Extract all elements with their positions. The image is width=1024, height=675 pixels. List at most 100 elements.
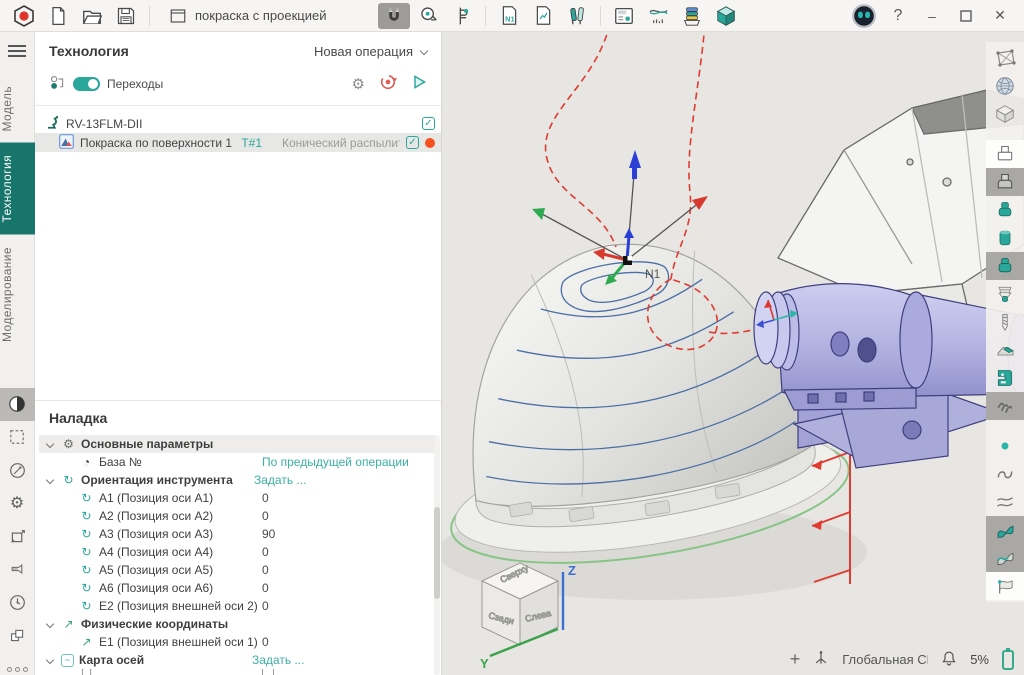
surface-gradient-icon[interactable] [986,544,1024,572]
save-document-button[interactable] [110,3,142,29]
viewport-3d[interactable]: N1 Сверху Сзади Слева Z Y [442,32,1024,675]
tool-holder-icon[interactable] [986,140,1024,168]
operation-name: Покраска по поверхности 1 [80,136,232,150]
new-operation-dropdown[interactable]: Новая операция [314,44,427,59]
cs-n1-label: N1 [645,267,661,281]
mesh-sphere-icon[interactable] [986,72,1024,100]
layers-stack-button[interactable] [676,3,708,29]
curves-double-icon[interactable] [986,488,1024,516]
minimize-button[interactable]: – [916,3,948,29]
param-value[interactable]: 0 [262,635,269,649]
machine-icon[interactable] [986,364,1024,392]
param-action-link[interactable]: Задать ... [252,653,304,667]
param-value[interactable]: 0 [262,599,269,613]
param-row[interactable]: ◔База №По предыдущей операции [35,453,441,471]
param-value[interactable]: 0 [262,563,269,577]
point-icon[interactable] [986,432,1024,460]
notifications-bell-icon[interactable] [941,650,957,670]
main-menu-button[interactable] [8,42,26,60]
maximize-button[interactable] [950,3,982,29]
tree-row-operation[interactable]: Покраска по поверхности 1 T#1 Конический… [35,133,441,152]
param-row[interactable]: ↻A6 (Позиция оси A6)0 [35,579,441,597]
tool-drill-icon[interactable] [986,308,1024,336]
tab-technology[interactable]: Технология [0,143,35,235]
transform-icon[interactable] [0,520,35,553]
param-row[interactable]: ~Карта осейЗадать ... [35,651,441,669]
recalculate-icon[interactable] [379,73,397,94]
param-group-header[interactable]: ⚙Основные параметры [39,435,437,453]
new-document-button[interactable] [42,3,74,29]
surface-teal-icon[interactable] [986,516,1024,544]
spray-tool-icon[interactable] [0,553,35,586]
transitions-toggle[interactable] [73,77,100,91]
active-cs-selector[interactable]: Глобальная СК [842,652,928,667]
magnet-snap-button[interactable] [378,3,410,29]
help-button[interactable]: ? [882,3,914,29]
caliper-button[interactable] [446,3,478,29]
graphs-button[interactable] [642,3,674,29]
zoom-level[interactable]: 5% [970,652,989,667]
param-value[interactable]: 0 [262,545,269,559]
mesh-box-icon[interactable] [986,100,1024,128]
panel-scrollbar[interactable] [434,435,440,675]
tab-model[interactable]: Модель [0,74,35,143]
tool-cylinder-teal-icon[interactable] [986,224,1024,252]
3d-model-button[interactable] [710,3,742,29]
report-document-button[interactable] [527,3,559,29]
mesh-plane-icon[interactable] [986,44,1024,72]
close-button[interactable]: ✕ [984,3,1016,29]
windows-cascade-icon[interactable] [0,619,35,652]
settings-gear-icon[interactable]: ⚙ [0,487,35,520]
chevron-down-icon [46,620,54,628]
param-row[interactable]: ▢ [35,669,441,675]
tool-teal-icon[interactable] [986,196,1024,224]
compass-icon[interactable] [0,454,35,487]
run-simulation-play-icon[interactable] [411,74,427,93]
open-document-button[interactable] [76,3,108,29]
param-row[interactable]: ↗E1 (Позиция внешней оси 1)0 [35,633,441,651]
param-label: A6 (Позиция оси A6) [99,581,257,595]
checkbox-checked-icon[interactable]: ✓ [422,117,435,130]
operation-settings-gear-icon[interactable]: ⚙ [352,75,365,93]
param-row[interactable]: ↻A1 (Позиция оси A1)0 [35,489,441,507]
param-row[interactable]: ↻A3 (Позиция оси A3)90 [35,525,441,543]
param-row[interactable]: ↻A4 (Позиция оси A4)0 [35,543,441,561]
hatch-icon[interactable] [986,392,1024,420]
param-value[interactable]: По предыдущей операции [262,455,409,469]
tool-holder-active-icon[interactable] [986,168,1024,196]
document-tab[interactable]: покраска с проекцией [157,7,338,25]
control-panel-button[interactable] [608,3,640,29]
param-row[interactable]: ↻A5 (Позиция оси A5)0 [35,561,441,579]
render-mode-icon[interactable] [0,388,35,421]
param-value[interactable]: 0 [262,491,269,505]
time-gauge-icon[interactable] [0,586,35,619]
param-row[interactable]: ↻A2 (Позиция оси A2)0 [35,507,441,525]
coordinate-system-icon[interactable] [813,650,829,669]
param-row[interactable]: ↻Ориентация инструментаЗадать ... [35,471,441,489]
scene-canvas[interactable]: N1 Сверху Сзади Слева Z Y [442,32,1024,675]
param-value[interactable]: 0 [262,509,269,523]
tab-simulation[interactable]: Моделирование [0,235,35,354]
tree-row-machine[interactable]: RV-13FLM-DII ✓ [35,114,441,133]
checkbox-unchecked-icon[interactable] [262,669,274,675]
param-value[interactable]: 90 [262,527,275,541]
selection-filter-icon[interactable] [0,421,35,454]
surface-flag-icon[interactable] [986,572,1024,600]
add-cs-button[interactable]: + [790,649,801,670]
nc-program-button[interactable]: N1 [493,3,525,29]
app-logo-icon[interactable] [8,3,40,29]
param-value[interactable]: 0 [262,581,269,595]
param-row[interactable]: ↻E2 (Позиция внешней оси 2)0 [35,597,441,615]
assistant-robot-button[interactable] [848,3,880,29]
tool-teal-2-icon[interactable] [986,252,1024,280]
overflow-dots-icon[interactable] [0,652,35,675]
curve-icon[interactable] [986,460,1024,488]
rotate-icon: ↻ [79,509,94,523]
measure-tape-button[interactable] [412,3,444,29]
checkbox-checked-icon[interactable]: ✓ [406,136,419,149]
param-action-link[interactable]: Задать ... [254,473,306,487]
param-row[interactable]: ↗Физические координаты [35,615,441,633]
tool-striped-icon[interactable] [986,280,1024,308]
workpiece-icon[interactable] [986,336,1024,364]
tools-library-button[interactable] [561,3,593,29]
